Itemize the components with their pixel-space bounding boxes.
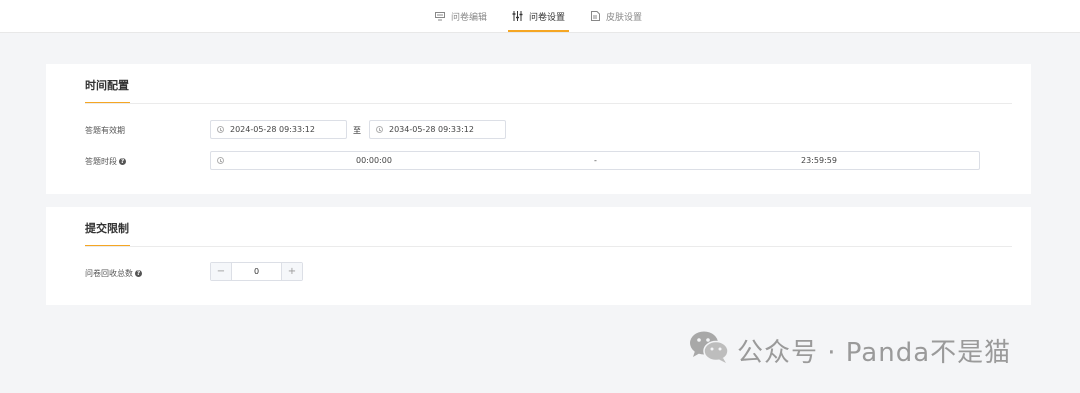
wechat-icon [689, 330, 729, 371]
clock-icon [376, 126, 383, 133]
period-range-input[interactable]: 00:00:00 - 23:59:59 [210, 151, 980, 170]
tab-survey-edit[interactable]: 问卷编辑 [435, 0, 487, 32]
help-icon[interactable]: ? [135, 270, 142, 277]
period-label-text: 答题时段 [85, 157, 117, 166]
top-navigation: 问卷编辑 问卷设置 皮肤设置 [0, 0, 1080, 33]
section-divider [85, 103, 1012, 104]
quantity-stepper[interactable]: − 0 + [210, 262, 303, 281]
quantity-value[interactable]: 0 [232, 263, 281, 280]
period-end-value: 23:59:59 [801, 156, 837, 165]
help-icon[interactable]: ? [119, 158, 126, 165]
validity-label: 答题有效期 [85, 126, 125, 135]
clock-icon [217, 126, 224, 133]
total-label-text: 问卷回收总数 [85, 269, 133, 278]
validity-end-value: 2034-05-28 09:33:12 [389, 125, 474, 134]
validity-end-input[interactable]: 2034-05-28 09:33:12 [369, 120, 506, 139]
total-label: 问卷回收总数 ? [85, 268, 142, 279]
decrement-button[interactable]: − [211, 263, 232, 280]
period-label: 答题时段 ? [85, 156, 126, 167]
time-config-card: 时间配置 答题有效期 2024-05-28 09:33:12 至 2034-05… [46, 64, 1031, 194]
watermark-text: 公众号 · Panda不是猫 [737, 338, 1012, 368]
validity-start-input[interactable]: 2024-05-28 09:33:12 [210, 120, 347, 139]
period-start-value: 00:00:00 [356, 156, 392, 165]
skin-icon [591, 11, 600, 21]
tab-label: 皮肤设置 [606, 12, 643, 23]
period-separator: - [594, 156, 597, 165]
section-divider [85, 246, 1012, 247]
tab-survey-settings[interactable]: 问卷设置 [507, 0, 570, 32]
validity-start-value: 2024-05-28 09:33:12 [230, 125, 315, 134]
edit-form-icon [435, 11, 445, 21]
tab-skin-settings[interactable]: 皮肤设置 [591, 0, 642, 32]
section-title: 提交限制 [85, 222, 129, 235]
range-separator: 至 [353, 126, 361, 135]
increment-button[interactable]: + [281, 263, 302, 280]
clock-icon [217, 157, 224, 164]
sliders-icon [512, 11, 523, 21]
tab-label: 问卷设置 [529, 12, 566, 23]
submit-limit-card: 提交限制 问卷回收总数 ? − 0 + [46, 207, 1031, 305]
watermark: 公众号 · Panda不是猫 [689, 330, 1011, 371]
tab-label: 问卷编辑 [451, 12, 488, 23]
section-title: 时间配置 [85, 79, 129, 92]
